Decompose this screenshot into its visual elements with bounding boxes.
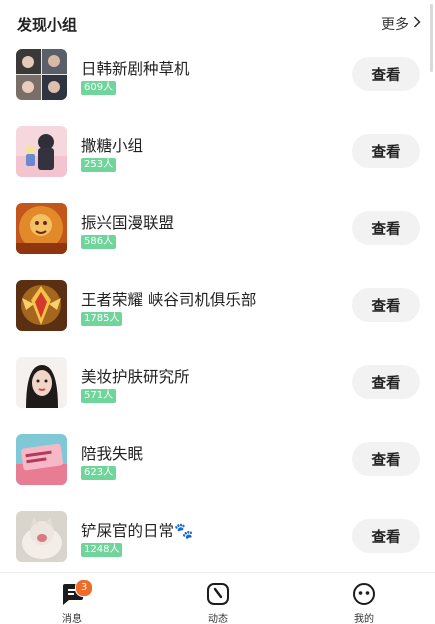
view-button[interactable]: 查看 <box>352 519 420 553</box>
group-name: 铲屎官的日常🐾 <box>81 522 194 540</box>
member-count-badge: 253人 <box>81 158 117 172</box>
header: 发现小组 更多 <box>0 0 435 48</box>
group-avatar <box>16 126 67 177</box>
group-name: 振兴国漫联盟 <box>81 214 175 232</box>
tab-label: 消息 <box>62 614 82 624</box>
group-name: 陪我失眠 <box>81 445 144 463</box>
member-count-badge: 609人 <box>81 81 117 95</box>
list-item[interactable]: 振兴国漫联盟 586人 查看 <box>0 202 435 278</box>
more-label: 更多 <box>381 17 409 33</box>
member-count-badge: 1248人 <box>81 543 123 557</box>
view-button[interactable]: 查看 <box>352 365 420 399</box>
list-item[interactable]: 撒糖小组 253人 查看 <box>0 125 435 201</box>
member-count-badge: 571人 <box>81 389 117 403</box>
group-avatar <box>16 49 67 100</box>
discover-groups-screen: 发现小组 更多 日韩新剧种草机 609人 查看 撒糖小组 253人 查看 振兴国… <box>0 0 435 624</box>
view-button[interactable]: 查看 <box>352 211 420 245</box>
group-avatar <box>16 357 67 408</box>
group-avatar <box>16 280 67 331</box>
chevron-right-icon <box>413 16 421 32</box>
group-avatar <box>16 434 67 485</box>
tab-me[interactable]: 我的 <box>334 581 394 624</box>
list-item[interactable]: 美妆护肤研究所 571人 查看 <box>0 356 435 432</box>
member-count-badge: 623人 <box>81 466 117 480</box>
tab-messages[interactable]: 3 消息 <box>42 579 102 624</box>
tab-label: 我的 <box>354 614 374 624</box>
list-item[interactable]: 王者荣耀 峡谷司机俱乐部 1785人 查看 <box>0 279 435 355</box>
group-avatar <box>16 511 67 562</box>
tab-label: 动态 <box>208 614 228 624</box>
view-button[interactable]: 查看 <box>352 442 420 476</box>
tab-feed[interactable]: 动态 <box>188 581 248 624</box>
notification-badge: 3 <box>75 579 93 597</box>
member-count-badge: 586人 <box>81 235 117 249</box>
view-button[interactable]: 查看 <box>352 134 420 168</box>
list-item[interactable]: 日韩新剧种草机 609人 查看 <box>0 48 435 124</box>
group-name: 王者荣耀 峡谷司机俱乐部 <box>81 291 257 309</box>
group-name: 撒糖小组 <box>81 137 144 155</box>
view-button[interactable]: 查看 <box>352 288 420 322</box>
more-link[interactable]: 更多 <box>381 14 421 34</box>
group-name: 日韩新剧种草机 <box>81 60 190 78</box>
list-item[interactable]: 陪我失眠 623人 查看 <box>0 433 435 509</box>
view-button[interactable]: 查看 <box>352 57 420 91</box>
face-icon <box>351 581 377 607</box>
group-avatar <box>16 203 67 254</box>
compass-icon <box>205 581 231 607</box>
bottom-tab-bar: 3 消息 动态 我的 <box>0 572 435 624</box>
member-count-badge: 1785人 <box>81 312 123 326</box>
page-title: 发现小组 <box>17 16 78 34</box>
group-name: 美妆护肤研究所 <box>81 368 190 386</box>
